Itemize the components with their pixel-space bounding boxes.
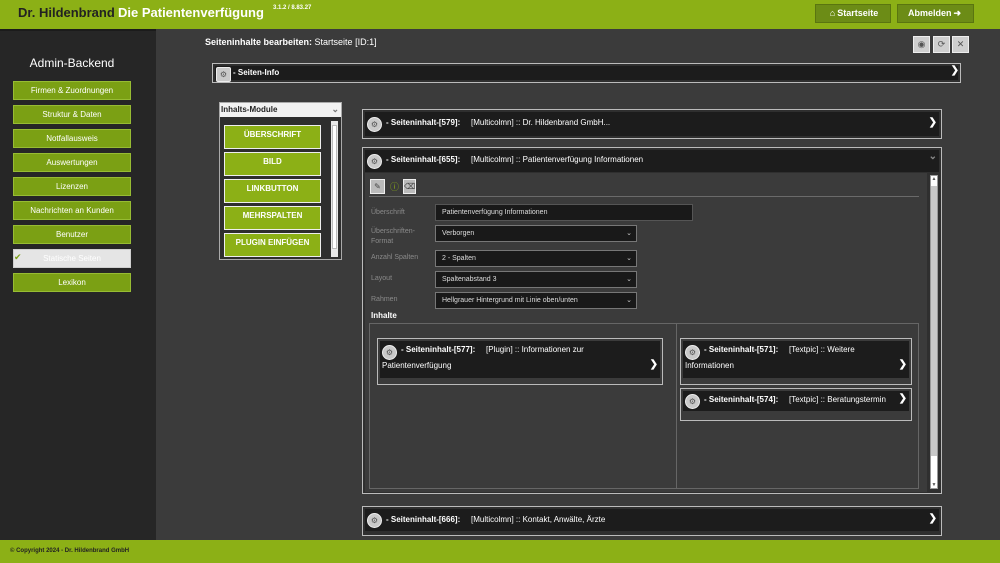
sidebar-item-auswertungen[interactable]: Auswertungen <box>13 153 131 172</box>
chevron-right-icon[interactable]: ❯ <box>929 513 937 524</box>
module-linkbutton-button[interactable]: LINKBUTTON <box>224 179 321 203</box>
gear-icon: ⚙ <box>685 345 700 360</box>
close-icon: ✕ <box>956 39 965 49</box>
columns-container: ⚙ - Seiteninhalt-[577]: [Plugin] :: Info… <box>369 323 919 489</box>
info-icon[interactable]: ⓘ <box>390 180 399 193</box>
seiteninhalt-655-panel: ⚙ - Seiteninhalt-[655]: [Multicolmn] :: … <box>362 147 942 494</box>
sidebar-item-nachrichten[interactable]: Nachrichten an Kunden <box>13 201 131 220</box>
inhalte-label: Inhalte <box>371 311 397 320</box>
module-plugin-button[interactable]: PLUGIN EINFÜGEN <box>224 233 321 257</box>
chevron-down-icon: ⌄ <box>626 276 632 283</box>
sidebar-item-lizenzen[interactable]: Lizenzen <box>13 177 131 196</box>
inhalts-module-panel: Inhalts-Module ⌄ ÜBERSCHRIFT BILD LINKBU… <box>219 102 342 260</box>
chevron-right-icon[interactable]: ❯ <box>899 393 907 404</box>
module-bild-button[interactable]: BILD <box>224 152 321 176</box>
rahmen-label: Rahmen <box>371 296 398 303</box>
page-scrollbar[interactable] <box>992 29 1000 540</box>
spalten-label: Anzahl Spalten <box>371 254 419 261</box>
editor-scrollbar[interactable]: ▲ ▼ <box>930 175 938 489</box>
check-icon: ✔ <box>14 252 22 262</box>
chevron-down-icon: ⌄ <box>626 297 632 304</box>
sidebar: Admin-Backend Firmen & Zuordnungen Struk… <box>0 29 156 540</box>
close-button[interactable]: ✕ <box>952 36 969 53</box>
brand-name: Dr. Hildenbrand <box>18 5 115 20</box>
sidebar-item-firmen[interactable]: Firmen & Zuordnungen <box>13 81 131 100</box>
seiteninhalt-571-panel[interactable]: ⚙ - Seiteninhalt-[571]: [Textpic] :: Wei… <box>680 338 912 385</box>
ueberschrift-input[interactable]: Patientenverfügung Informationen <box>435 204 693 221</box>
eye-icon: ◉ <box>917 39 926 49</box>
gear-icon: ⚙ <box>382 345 397 360</box>
chevron-right-icon[interactable]: ❯ <box>951 65 959 76</box>
module-ueberschrift-button[interactable]: ÜBERSCHRIFT <box>224 125 321 149</box>
seiteninhalt-577-panel[interactable]: ⚙ - Seiteninhalt-[577]: [Plugin] :: Info… <box>377 338 663 385</box>
chevron-right-icon[interactable]: ❯ <box>650 359 658 370</box>
edit-button[interactable]: ✎ <box>370 179 385 194</box>
layout-select[interactable]: Spaltenabstand 3 ⌄ <box>435 271 637 288</box>
ueberschrift-label: Überschrift <box>371 209 405 216</box>
gear-icon: ⚙ <box>216 67 231 82</box>
inhalts-module-title: Inhalts-Module ⌄ <box>220 103 341 117</box>
sidebar-item-lexikon[interactable]: Lexikon <box>13 273 131 292</box>
sidebar-item-notfallausweis[interactable]: Notfallausweis <box>13 129 131 148</box>
startseite-button[interactable]: ⌂ Startseite <box>815 4 891 23</box>
chevron-down-icon[interactable]: ⌄ <box>929 151 937 162</box>
gear-icon: ⚙ <box>685 394 700 409</box>
seiteninhalt-666-panel[interactable]: ⚙ - Seiteninhalt-[666]: [Multicolmn] :: … <box>362 506 942 536</box>
scroll-up-icon[interactable]: ▲ <box>931 176 937 182</box>
chevron-right-icon[interactable]: ❯ <box>929 117 937 128</box>
seiteninhalt-579-panel[interactable]: ⚙ - Seiteninhalt-[579]: [Multicolmn] :: … <box>362 109 942 139</box>
gear-icon: ⚙ <box>367 117 382 132</box>
chevron-right-icon[interactable]: ❯ <box>899 359 907 370</box>
trash-icon: ⌫ <box>404 182 416 191</box>
format-label: Überschriften- Format <box>371 228 415 245</box>
sidebar-title: Admin-Backend <box>29 56 115 70</box>
scroll-down-icon[interactable]: ▼ <box>931 482 937 488</box>
refresh-button[interactable]: ⟳ <box>933 36 950 53</box>
content-editor: ✎ ⓘ ⌫ Überschrift Patientenverfügung Inf… <box>365 173 927 492</box>
copyright-footer: © Copyright 2024 - Dr. Hildenbrand GmbH <box>0 540 1000 563</box>
seiten-info-panel[interactable]: ⚙ - Seiten-Info ❯ <box>212 63 961 83</box>
refresh-icon: ⟳ <box>937 39 946 49</box>
sidebar-item-benutzer[interactable]: Benutzer <box>13 225 131 244</box>
page-title: Seiteninhalte bearbeiten: Startseite [ID… <box>205 37 377 47</box>
modules-scrollbar[interactable] <box>331 121 338 257</box>
gear-icon: ⚙ <box>367 513 382 528</box>
top-bar: Dr. Hildenbrand Die Patientenverfügung 3… <box>0 0 1000 29</box>
sidebar-item-struktur[interactable]: Struktur & Daten <box>13 105 131 124</box>
format-select[interactable]: Verborgen ⌄ <box>435 225 637 242</box>
spalten-select[interactable]: 2 - Spalten ⌄ <box>435 250 637 267</box>
version-label: 3.1.2 / 8.83.27 <box>273 5 312 11</box>
module-mehrspalten-button[interactable]: MEHRSPALTEN <box>224 206 321 230</box>
seiten-info-label: - Seiten-Info <box>233 68 280 77</box>
main-content: Seiteninhalte bearbeiten: Startseite [ID… <box>156 29 1000 540</box>
sign-out-icon: ➜ <box>953 8 962 18</box>
chevron-down-icon[interactable]: ⌄ <box>331 103 339 116</box>
pencil-icon: ✎ <box>374 182 381 191</box>
rahmen-select[interactable]: Hellgrauer Hintergrund mit Linie oben/un… <box>435 292 637 309</box>
product-name: Die Patientenverfügung <box>118 5 264 20</box>
sidebar-item-statische-seiten[interactable]: Statische Seiten <box>13 249 131 268</box>
logout-button[interactable]: Abmelden ➜ <box>897 4 974 23</box>
delete-button[interactable]: ⌫ <box>403 179 416 194</box>
chevron-down-icon: ⌄ <box>626 230 632 237</box>
layout-label: Layout <box>371 275 393 282</box>
home-icon: ⌂ <box>829 8 836 18</box>
preview-button[interactable]: ◉ <box>913 36 930 53</box>
chevron-down-icon: ⌄ <box>626 255 632 262</box>
gear-icon: ⚙ <box>367 154 382 169</box>
seiteninhalt-574-panel[interactable]: ⚙ - Seiteninhalt-[574]: [Textpic] :: Ber… <box>680 388 912 421</box>
